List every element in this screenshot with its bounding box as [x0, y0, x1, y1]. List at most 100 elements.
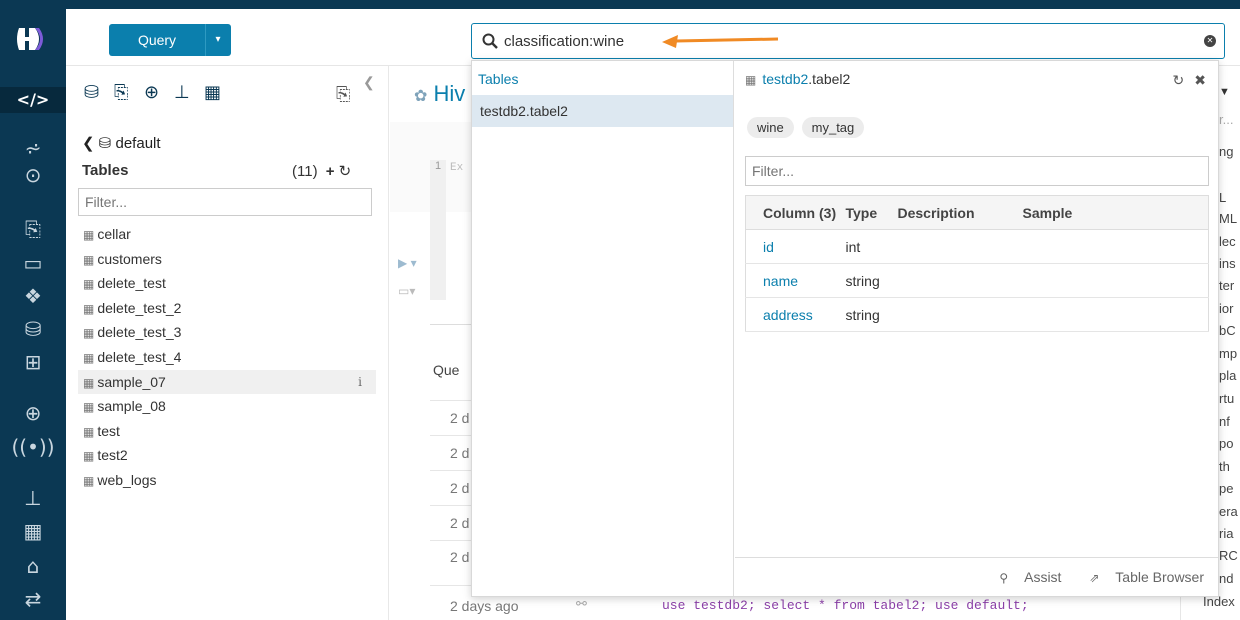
hive-icon: ✿ — [414, 88, 428, 105]
results-category: Tables — [478, 71, 519, 87]
tag[interactable]: my_tag — [801, 117, 865, 138]
function-item[interactable]: ng — [1219, 144, 1233, 159]
column-name[interactable]: address — [745, 297, 838, 332]
history-date: 2 days ago — [450, 598, 519, 614]
zoom-icon[interactable]: ⊕ — [144, 82, 159, 103]
result-item[interactable]: testdb2.tabel2 — [472, 95, 733, 127]
link-icon[interactable]: ⚯ — [576, 596, 587, 612]
list-item[interactable]: ▦ sample_07 i — [78, 369, 376, 395]
list-item[interactable]: ▦ web_logs — [78, 468, 376, 493]
column-header[interactable]: Type — [837, 195, 890, 230]
list-item[interactable]: ▦ delete_test_4 — [78, 345, 376, 370]
assist-link[interactable]: ⚲ Assist — [987, 569, 1061, 585]
list-item[interactable]: ▦ sample_08 — [78, 394, 376, 419]
function-item[interactable]: mp — [1219, 346, 1237, 361]
function-item[interactable]: era — [1219, 504, 1238, 519]
column-description — [889, 263, 1015, 298]
tables-filter-input[interactable] — [78, 188, 372, 216]
column-header[interactable]: Column (3) — [745, 195, 838, 230]
function-item[interactable]: pe — [1219, 481, 1233, 496]
column-name[interactable]: id — [745, 229, 838, 264]
function-item[interactable]: nf — [1219, 414, 1230, 429]
database-icon[interactable]: ⛁ — [0, 316, 66, 342]
function-item[interactable]: pla — [1219, 368, 1236, 383]
add-icon[interactable]: + — [326, 163, 335, 180]
detail-db-link[interactable]: testdb2 — [762, 71, 808, 87]
function-item[interactable]: ins — [1219, 256, 1236, 271]
function-item[interactable]: bC — [1219, 323, 1236, 338]
query-button[interactable]: Query ▾ — [109, 24, 231, 56]
list-item[interactable]: ▦ cellar — [78, 222, 376, 247]
list-item[interactable]: ▦ delete_test_2 — [78, 296, 376, 321]
list-item[interactable]: ▦ test — [78, 419, 376, 444]
dashboard-icon[interactable]: ▦ — [204, 82, 221, 103]
column-sample — [1014, 297, 1209, 332]
refresh-icon[interactable]: ↻ — [339, 162, 352, 180]
new-document-icon[interactable]: ⎘ — [336, 84, 350, 105]
tag[interactable]: wine — [747, 117, 794, 138]
function-item[interactable]: ML — [1219, 211, 1237, 226]
table-row[interactable]: id int — [745, 229, 1209, 264]
function-item[interactable]: lec — [1219, 234, 1236, 249]
close-circle-icon[interactable]: ✕ — [1204, 35, 1216, 47]
function-item[interactable]: L — [1219, 190, 1226, 205]
columns-filter-input[interactable] — [745, 156, 1209, 186]
map-icon[interactable]: ▭▾ — [398, 284, 415, 298]
chart-icon[interactable]: ⩫ — [0, 135, 66, 161]
hue-logo[interactable] — [15, 22, 47, 56]
annotation-arrow — [662, 35, 779, 48]
table-browser-link[interactable]: ⇗ Table Browser — [1077, 569, 1204, 585]
circle-icon[interactable]: ⊙ — [0, 162, 66, 188]
folder-icon[interactable]: ▭ — [0, 250, 66, 276]
table-name: delete_test_4 — [97, 348, 182, 365]
transfer-icon[interactable]: ⇄ — [0, 586, 66, 612]
documents-icon[interactable]: ⎘ — [114, 82, 128, 103]
function-item[interactable]: th — [1219, 459, 1230, 474]
cubes-icon[interactable]: ❖ — [0, 283, 66, 309]
sitemap-icon[interactable]: ⊥ — [174, 82, 190, 103]
table-row[interactable]: address string — [745, 297, 1209, 332]
list-item[interactable]: ▦ customers — [78, 247, 376, 272]
chevron-left-icon[interactable]: ❮ — [363, 74, 375, 91]
table-icon[interactable]: ⊞ — [0, 349, 66, 375]
chevron-left-icon[interactable]: ❮ — [82, 135, 95, 152]
editor-title[interactable]: ✿ Hiv — [414, 81, 465, 107]
function-item[interactable]: rtu — [1219, 391, 1234, 406]
database-breadcrumb[interactable]: ❮ ⛁ default — [82, 134, 161, 152]
tab-query-history[interactable]: Que — [433, 362, 459, 378]
column-name[interactable]: name — [745, 263, 838, 298]
table-row[interactable]: name string — [745, 263, 1209, 298]
lock-icon[interactable]: ⌂ — [0, 553, 66, 579]
editor-placeholder[interactable]: Ex — [450, 162, 463, 174]
list-item[interactable]: ▦ delete_test — [78, 271, 376, 296]
info-icon[interactable]: i — [358, 370, 362, 395]
functions-filter[interactable]: r... — [1219, 112, 1233, 127]
refresh-icon[interactable]: ↻ — [1173, 73, 1185, 89]
sitemap-icon[interactable]: ⊥ — [0, 485, 66, 511]
play-icon[interactable]: ▶ ▾ — [398, 256, 417, 270]
dashboard-icon[interactable]: ▦ — [0, 518, 66, 544]
column-header[interactable]: Description — [889, 195, 1015, 230]
column-header[interactable]: Sample — [1014, 195, 1209, 230]
function-item[interactable]: ior — [1219, 301, 1233, 316]
zoom-icon[interactable]: ⊕ — [0, 400, 66, 426]
function-item[interactable]: RC — [1219, 548, 1238, 563]
code-icon[interactable]: </> — [0, 87, 66, 113]
list-item[interactable]: ▦ test2 — [78, 443, 376, 468]
chevron-down-icon[interactable]: ▾ — [205, 24, 231, 56]
column-description — [889, 297, 1015, 332]
broadcast-icon[interactable]: ((•)) — [0, 434, 66, 460]
chevron-down-icon[interactable]: ▼ — [1219, 86, 1230, 98]
documents-icon[interactable]: ⎘ — [0, 216, 66, 242]
database-icon[interactable]: ⛁ — [84, 82, 99, 103]
function-item[interactable]: nd — [1219, 571, 1233, 586]
history-date: 2 d — [450, 445, 470, 461]
function-item[interactable]: po — [1219, 436, 1233, 451]
function-item[interactable]: ria — [1219, 526, 1233, 541]
search-input[interactable] — [504, 30, 1184, 52]
search-box[interactable]: ✕ — [471, 23, 1225, 59]
function-item[interactable]: ter — [1219, 278, 1234, 293]
list-item[interactable]: ▦ delete_test_3 — [78, 320, 376, 345]
close-icon[interactable]: ✖ — [1194, 73, 1206, 89]
history-query[interactable]: use testdb2; select * from tabel2; use d… — [662, 598, 1029, 613]
